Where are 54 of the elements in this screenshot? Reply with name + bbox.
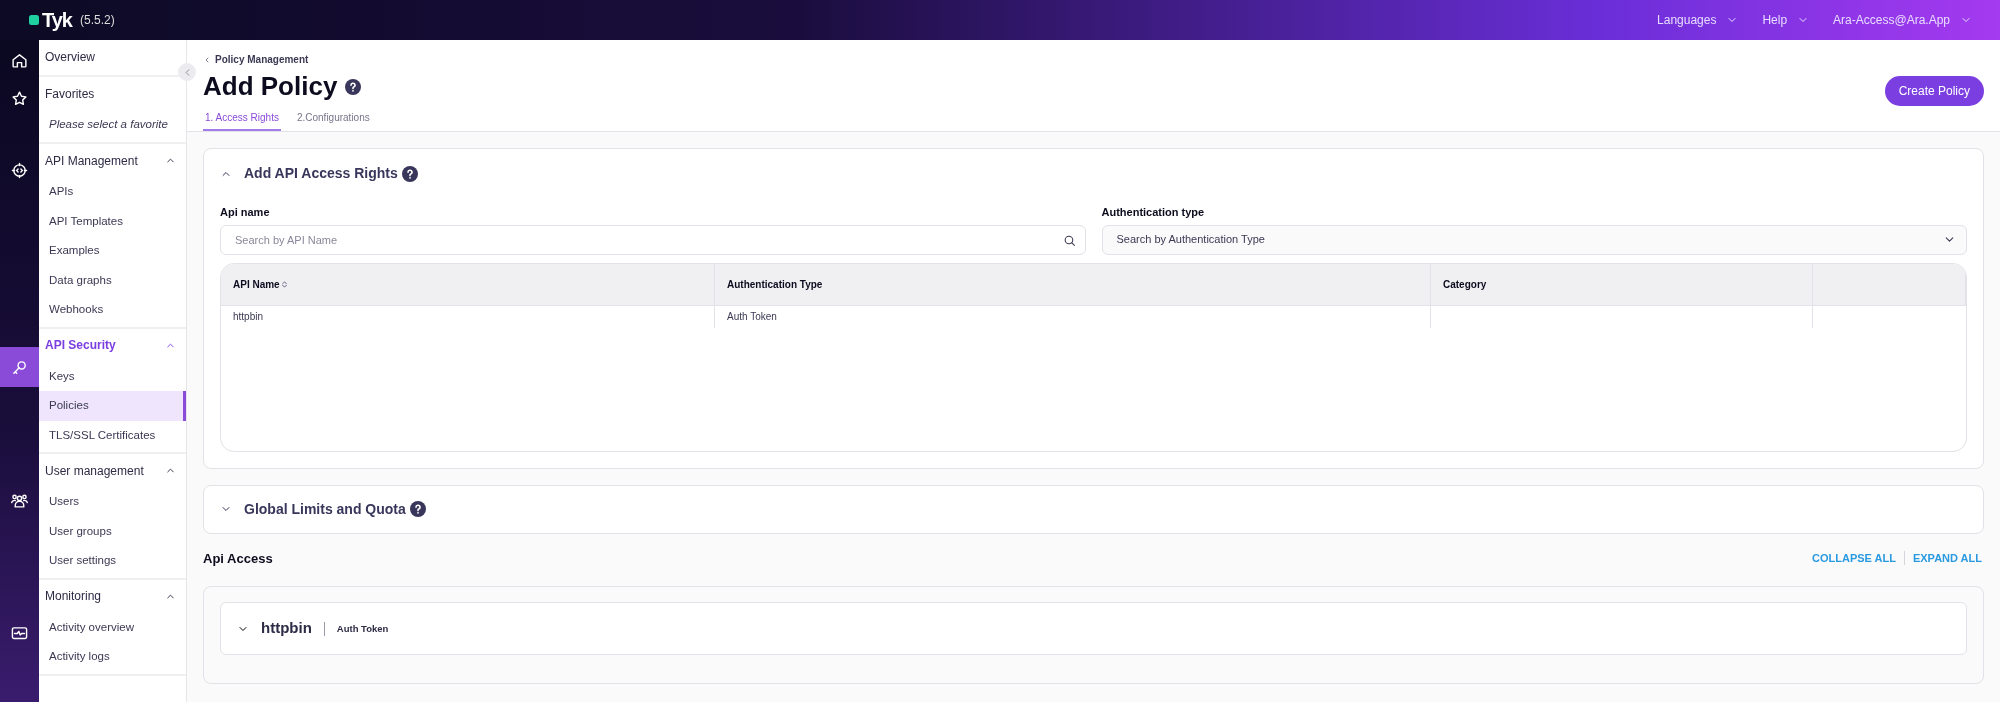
version-label: (5.5.2) (80, 12, 115, 29)
help-icon (345, 78, 362, 95)
logo-icon (28, 14, 40, 26)
sidebar-item[interactable]: Examples (39, 236, 186, 266)
page-title: Add Policy (203, 71, 338, 103)
column-header: Authentication Type (715, 263, 1431, 306)
sidebar-item[interactable]: Data graphs (39, 265, 186, 295)
field-label: Authentication type (1101, 205, 1206, 221)
sort-icon (279, 278, 289, 290)
sidebar-section[interactable]: API Security (39, 328, 186, 362)
api-accordion-header[interactable]: httpbin Auth Token (220, 602, 1967, 656)
table-cell: httpbin (221, 305, 715, 328)
sidebar-item[interactable]: Keys (39, 361, 186, 391)
sidebar-item[interactable]: API Templates (39, 206, 186, 236)
breadcrumb-link[interactable]: Policy Management (203, 52, 309, 67)
step-tab[interactable]: 2.Configurations (294, 106, 372, 132)
step-tab[interactable]: 1. Access Rights (203, 106, 281, 132)
home-icon (11, 51, 28, 69)
table-cell: Auth Token (715, 305, 1431, 328)
field-label: Api name (220, 205, 271, 221)
column-header[interactable]: API Name (221, 263, 715, 306)
sidebar-item[interactable]: Activity overview (39, 612, 186, 642)
top-menu[interactable]: Help (1762, 11, 1810, 29)
chevron-left-icon (203, 55, 211, 64)
sidebar-item[interactable]: User settings (39, 546, 186, 576)
column-header: Category (1431, 263, 1813, 306)
sidebar-item[interactable]: Activity logs (39, 642, 186, 672)
sidebar-section[interactable]: Monitoring (39, 579, 186, 613)
favorites-hint: Please select a favorite (48, 117, 169, 133)
logo-text: Tyk (42, 8, 72, 33)
sidebar-item[interactable]: APIs (39, 177, 186, 207)
sidebar-item[interactable]: Webhooks (39, 295, 186, 325)
sidebar-section[interactable]: Favorites (39, 77, 186, 110)
sidebar-item[interactable]: User groups (39, 516, 186, 546)
create-policy-button[interactable]: Create Policy (1884, 76, 1984, 106)
sidebar-section[interactable]: Overview (39, 40, 186, 73)
sidebar-section[interactable]: User management (39, 454, 186, 487)
search-icon (1062, 233, 1076, 247)
help-icon (401, 165, 418, 182)
search-field[interactable]: Search by API Name (220, 224, 1086, 255)
sidebar-section[interactable]: API Management (39, 144, 186, 177)
auth-type-dropdown[interactable]: Search by Authentication Type (1101, 224, 1967, 255)
section-toggle[interactable]: Global Limits and Quota (220, 498, 406, 520)
sidebar-item[interactable]: Policies (39, 391, 186, 421)
key-icon (11, 358, 28, 376)
help-icon (409, 501, 426, 518)
top-menu[interactable]: Ara-Access@Ara.App (1833, 11, 1972, 29)
monitor-icon (11, 624, 28, 642)
sidebar-item[interactable]: TLS/SSL Certificates (39, 420, 186, 450)
top-menu[interactable]: Languages (1657, 11, 1739, 29)
section-title: Api Access (203, 550, 273, 567)
sidebar-item[interactable]: Users (39, 487, 186, 517)
section-toggle[interactable]: Add API Access Rights (220, 163, 398, 185)
star-icon (11, 89, 28, 107)
